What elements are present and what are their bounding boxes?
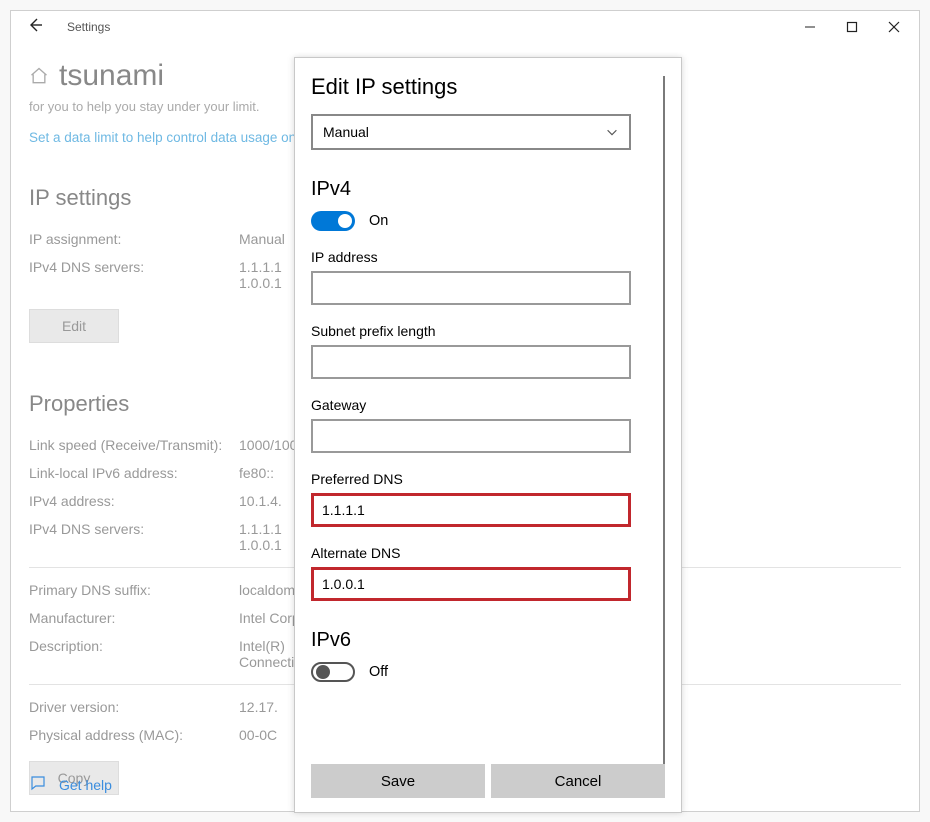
minimize-button[interactable] <box>789 11 831 43</box>
ip-address-input[interactable] <box>311 271 631 305</box>
close-icon <box>888 21 900 33</box>
prop-description-k: Description: <box>29 638 239 670</box>
prop-manufacturer-k: Manufacturer: <box>29 610 239 626</box>
chevron-down-icon <box>605 125 619 139</box>
edit-button[interactable]: Edit <box>29 309 119 343</box>
ipv4-toggle-label: On <box>369 213 388 229</box>
home-icon <box>29 66 49 86</box>
get-help-link[interactable]: Get help <box>29 774 112 795</box>
preferred-dns-label: Preferred DNS <box>311 471 655 487</box>
ipv4-toggle[interactable] <box>311 211 355 231</box>
minimize-icon <box>804 21 816 33</box>
prop-driver-k: Driver version: <box>29 699 239 715</box>
prop-suffix-k: Primary DNS suffix: <box>29 582 239 598</box>
gateway-label: Gateway <box>311 397 655 413</box>
subnet-prefix-label: Subnet prefix length <box>311 323 655 339</box>
chat-icon <box>29 774 47 795</box>
help-label: Get help <box>59 777 112 793</box>
ip-assignment-label: IP assignment: <box>29 231 239 247</box>
prop-mac-k: Physical address (MAC): <box>29 727 239 743</box>
ip-mode-value: Manual <box>323 124 369 140</box>
ip-mode-select[interactable]: Manual <box>311 114 631 150</box>
window-title: Settings <box>67 20 110 34</box>
prop-link-speed-k: Link speed (Receive/Transmit): <box>29 437 239 453</box>
save-button[interactable]: Save <box>311 764 485 798</box>
maximize-icon <box>846 21 858 33</box>
alternate-dns-input[interactable] <box>311 567 631 601</box>
prop-ipv4-dns-k: IPv4 DNS servers: <box>29 521 239 553</box>
scrollbar[interactable] <box>663 76 665 764</box>
arrow-left-icon <box>27 17 43 33</box>
cancel-button[interactable]: Cancel <box>491 764 665 798</box>
preferred-dns-input[interactable] <box>311 493 631 527</box>
ipv4-heading: IPv4 <box>311 178 655 201</box>
ip-address-label: IP address <box>311 249 655 265</box>
ipv6-heading: IPv6 <box>311 629 655 652</box>
alternate-dns-label: Alternate DNS <box>311 545 655 561</box>
edit-ip-dialog: Edit IP settings Manual IPv4 On IP addre… <box>294 57 682 813</box>
ipv6-toggle-label: Off <box>369 664 388 680</box>
prop-ipv4-addr-k: IPv4 address: <box>29 493 239 509</box>
subnet-prefix-input[interactable] <box>311 345 631 379</box>
titlebar: Settings <box>11 11 919 43</box>
back-button[interactable] <box>21 17 49 38</box>
prop-ll-ipv6-k: Link-local IPv6 address: <box>29 465 239 481</box>
maximize-button[interactable] <box>831 11 873 43</box>
ipv6-toggle[interactable] <box>311 662 355 682</box>
close-button[interactable] <box>873 11 915 43</box>
settings-window: Settings tsunami for you to help you sta… <box>10 10 920 812</box>
dialog-title: Edit IP settings <box>311 74 655 100</box>
page-title: tsunami <box>59 59 164 93</box>
gateway-input[interactable] <box>311 419 631 453</box>
ipv4-dns-label: IPv4 DNS servers: <box>29 259 239 291</box>
